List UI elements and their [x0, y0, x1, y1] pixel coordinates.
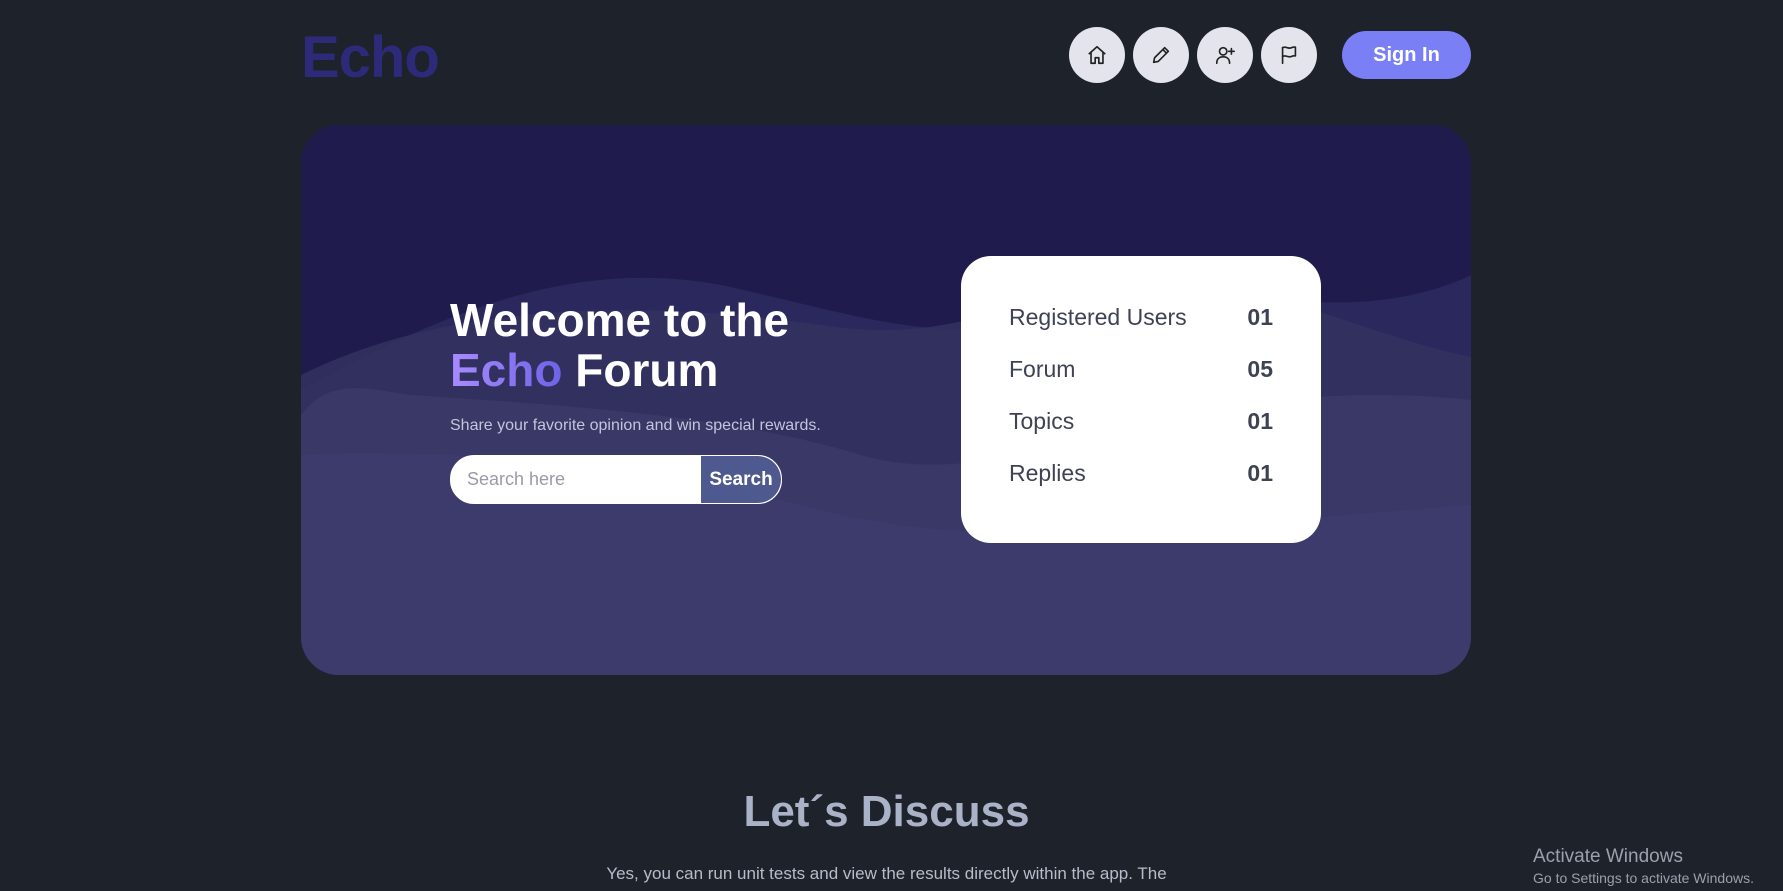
stat-label: Topics	[1009, 408, 1075, 434]
nav-home-button[interactable]	[1069, 27, 1125, 83]
flag-icon	[1281, 46, 1297, 65]
hero-title: Welcome to the Echo Forum	[450, 295, 890, 395]
nav-register-button[interactable]	[1197, 27, 1253, 83]
search-input[interactable]	[451, 456, 701, 503]
activate-windows-watermark: Activate Windows Go to Settings to activ…	[1533, 845, 1754, 887]
sign-in-button[interactable]: Sign In	[1342, 31, 1471, 79]
watermark-line1: Activate Windows	[1533, 846, 1683, 867]
discuss-text: Yes, you can run unit tests and view the…	[606, 864, 1167, 883]
stat-value: 01	[1247, 460, 1273, 486]
stat-label: Forum	[1009, 356, 1076, 382]
hero-title-accent: Echo	[450, 344, 563, 396]
hero-title-rest: Forum	[562, 344, 719, 396]
nav-write-button[interactable]	[1133, 27, 1189, 83]
stat-row-topics: Topics 01	[1009, 408, 1273, 435]
hero-subtitle: Share your favorite opinion and win spec…	[450, 417, 821, 434]
stat-label: Replies	[1009, 460, 1086, 486]
watermark-line2: Go to Settings to activate Windows.	[1533, 870, 1754, 886]
stat-row-registered-users: Registered Users 01	[1009, 304, 1273, 331]
discuss-title: Let´s Discuss	[743, 787, 1030, 836]
stat-value: 01	[1247, 408, 1273, 434]
stat-value: 01	[1247, 304, 1273, 330]
pencil-icon	[1152, 46, 1170, 64]
hero-text: Welcome to the Echo Forum Share your fav…	[450, 295, 890, 504]
stat-value: 05	[1247, 356, 1273, 382]
nav-icons	[1069, 27, 1317, 83]
search-box: Search	[450, 455, 782, 504]
page: Echo Sign In Welcome to the Echo Forum S…	[0, 0, 1783, 891]
home-icon	[1088, 45, 1106, 65]
logo[interactable]: Echo	[301, 26, 440, 90]
search-button[interactable]: Search	[701, 456, 781, 503]
stat-row-forum: Forum 05	[1009, 356, 1273, 383]
stats-card: Registered Users 01 Forum 05 Topics 01 R…	[961, 256, 1321, 543]
stat-label: Registered Users	[1009, 304, 1187, 330]
header: Echo Sign In	[301, 24, 1471, 90]
stat-row-replies: Replies 01	[1009, 460, 1273, 487]
hero-title-line1: Welcome to the	[450, 294, 790, 346]
nav-report-button[interactable]	[1261, 27, 1317, 83]
hero-banner: Welcome to the Echo Forum Share your fav…	[301, 125, 1471, 675]
user-plus-icon	[1215, 46, 1235, 65]
